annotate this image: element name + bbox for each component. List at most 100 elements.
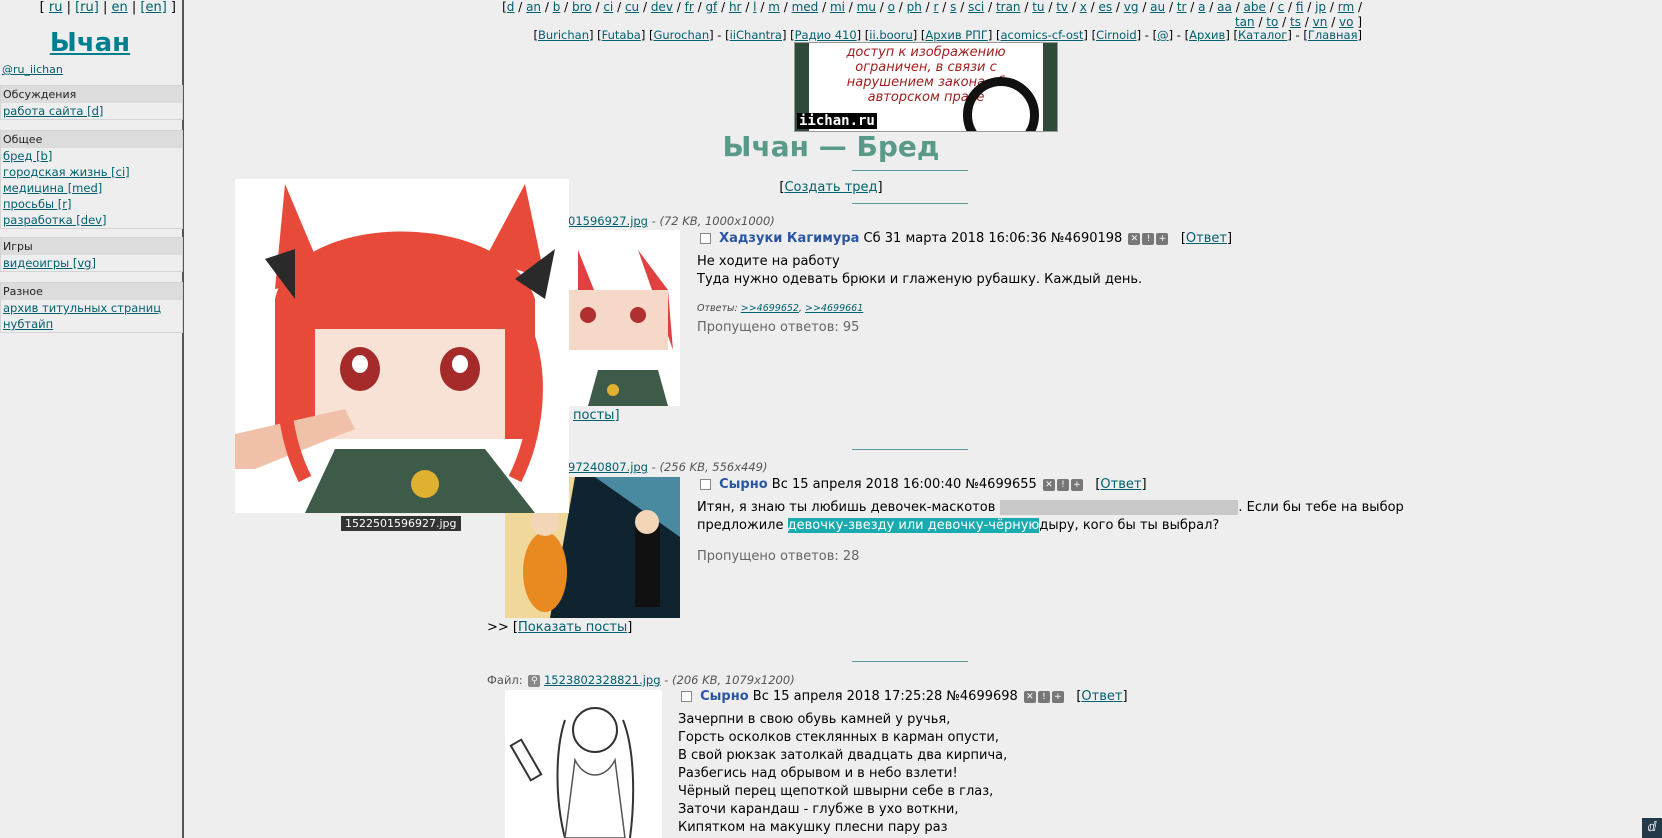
site-link-5[interactable]: ii.booru <box>869 28 912 42</box>
board-link-22[interactable]: tv <box>1056 0 1068 14</box>
hide-icon[interactable]: ✕ <box>1042 478 1055 491</box>
board-link-15[interactable]: o <box>888 0 895 14</box>
post-checkbox[interactable] <box>700 479 711 490</box>
spoiler-text[interactable]: спойлер спойлер спойлер спойлер <box>999 500 1239 515</box>
report-icon[interactable]: ! <box>1056 478 1069 491</box>
banner-image[interactable]: доступ к изображению ограничен, в связи … <box>794 42 1058 132</box>
sidebar-item-d[interactable]: работа сайта [d] <box>1 103 182 119</box>
board-link-3[interactable]: bro <box>572 0 592 14</box>
board-link-21[interactable]: tu <box>1032 0 1044 14</box>
board-link-23[interactable]: x <box>1080 0 1087 14</box>
site-link-0[interactable]: Burichan <box>538 28 589 42</box>
lang-en[interactable]: en <box>111 0 127 15</box>
board-link-13[interactable]: mi <box>830 0 845 14</box>
board-link-7[interactable]: fr <box>685 0 694 14</box>
lang-ru-bracket[interactable]: [ru] <box>75 0 99 15</box>
show-posts-link[interactable]: Показать посты <box>518 620 627 635</box>
sidebar-item-archive[interactable]: архив титульных страниц <box>1 300 182 316</box>
board-link-30[interactable]: abe <box>1244 0 1266 14</box>
sidebar-item-vg[interactable]: видеоигры [vg] <box>1 255 182 271</box>
board-link-4[interactable]: ci <box>603 0 613 14</box>
report-icon[interactable]: ! <box>1037 690 1050 703</box>
site-link-2[interactable]: Gurochan <box>653 28 709 42</box>
site-link-8[interactable]: Cirnoid <box>1096 28 1137 42</box>
board-link-33[interactable]: jp <box>1315 0 1326 14</box>
show-posts-link[interactable]: посты] <box>573 408 620 423</box>
hide-icon[interactable]: ✕ <box>1023 690 1036 703</box>
board-link-26[interactable]: au <box>1150 0 1165 14</box>
board-link-34[interactable]: rm <box>1338 0 1354 14</box>
expand-icon[interactable]: + <box>1051 690 1064 703</box>
board-link-25[interactable]: vg <box>1124 0 1139 14</box>
board-link-16[interactable]: ph <box>907 0 922 14</box>
board-link-row2-4[interactable]: vo <box>1339 15 1353 29</box>
reply-link[interactable]: Ответ <box>1186 231 1227 246</box>
board-link-20[interactable]: tran <box>996 0 1021 14</box>
lang-en-bracket[interactable]: [en] <box>140 0 166 15</box>
reply-link[interactable]: Ответ <box>1081 689 1122 704</box>
board-link-18[interactable]: s <box>950 0 956 14</box>
new-thread-link[interactable]: Создать тред <box>784 180 877 195</box>
board-link-31[interactable]: c <box>1278 0 1285 14</box>
expand-icon[interactable]: + <box>1070 478 1083 491</box>
post-thumbnail[interactable] <box>568 230 680 406</box>
report-icon[interactable]: ! <box>1142 232 1155 245</box>
board-link-1[interactable]: an <box>526 0 541 14</box>
board-link-6[interactable]: dev <box>651 0 673 14</box>
board-link-32[interactable]: fi <box>1296 0 1304 14</box>
hide-icon[interactable]: ✕ <box>1128 232 1141 245</box>
site-link-12[interactable]: Главная <box>1308 28 1358 42</box>
twitter-link[interactable]: @ru_iichan <box>2 63 63 76</box>
file-link[interactable]: 97240807.jpg <box>568 460 648 474</box>
lang-ru[interactable]: ru <box>49 0 63 15</box>
search-icon[interactable]: ⚲ <box>528 674 541 687</box>
site-link-1[interactable]: Futaba <box>602 28 641 42</box>
board-link-5[interactable]: cu <box>625 0 639 14</box>
post-thumbnail[interactable] <box>505 690 662 838</box>
board-link-10[interactable]: l <box>753 0 756 14</box>
board-link-12[interactable]: med <box>792 0 819 14</box>
board-link-28[interactable]: a <box>1198 0 1205 14</box>
board-link-9[interactable]: hr <box>729 0 742 14</box>
post-message: Зачерпни в свою обувь камней у ручья, Го… <box>678 711 1007 837</box>
site-link-9[interactable]: @ <box>1157 28 1169 42</box>
site-link-10[interactable]: Архив <box>1189 28 1225 42</box>
board-link-0[interactable]: d <box>507 0 515 14</box>
hover-image-preview[interactable] <box>235 179 569 513</box>
sidebar-item-r[interactable]: просьбы [r] <box>1 196 182 212</box>
site-link-6[interactable]: Архив РПГ <box>925 28 987 42</box>
board-link-8[interactable]: gf <box>705 0 717 14</box>
reply-link[interactable]: Ответ <box>1100 477 1141 492</box>
site-link-4[interactable]: Радио 410 <box>795 28 857 42</box>
board-link-29[interactable]: aa <box>1217 0 1232 14</box>
sidebar-item-noobtype[interactable]: нубтайп <box>1 316 182 332</box>
board-link-row2-3[interactable]: vn <box>1313 15 1328 29</box>
file-link[interactable]: 1523802328821.jpg <box>544 673 661 687</box>
post-number[interactable]: №4699655 <box>965 477 1036 492</box>
reply-ref[interactable]: >>4699652 <box>741 303 799 314</box>
expand-icon[interactable]: + <box>1156 232 1169 245</box>
sidebar-item-ci[interactable]: городская жизнь [ci] <box>1 164 182 180</box>
board-link-11[interactable]: m <box>768 0 780 14</box>
file-link[interactable]: 01596927.jpg <box>568 214 648 228</box>
board-link-19[interactable]: sci <box>968 0 984 14</box>
board-link-row2-1[interactable]: to <box>1266 15 1278 29</box>
post-number[interactable]: №4699698 <box>946 689 1017 704</box>
board-link-17[interactable]: r <box>934 0 939 14</box>
site-link-11[interactable]: Каталог <box>1238 28 1287 42</box>
board-link-24[interactable]: es <box>1098 0 1112 14</box>
post-checkbox[interactable] <box>700 233 711 244</box>
board-link-27[interactable]: tr <box>1177 0 1187 14</box>
board-link-14[interactable]: mu <box>857 0 876 14</box>
extension-icon[interactable]: ⅆ <box>1642 818 1662 838</box>
board-link-2[interactable]: b <box>553 0 561 14</box>
sidebar-item-dev[interactable]: разработка [dev] <box>1 212 182 228</box>
board-link-row2-0[interactable]: tan <box>1235 15 1255 29</box>
post-checkbox[interactable] <box>681 691 692 702</box>
site-logo[interactable]: Ычан <box>0 28 180 58</box>
site-link-7[interactable]: acomics-cf-ost <box>1001 28 1084 42</box>
reply-ref[interactable]: >>4699661 <box>805 303 863 314</box>
site-link-3[interactable]: iiChantra <box>730 28 782 42</box>
post-number[interactable]: №4690198 <box>1051 231 1122 246</box>
board-link-row2-2[interactable]: ts <box>1290 15 1301 29</box>
